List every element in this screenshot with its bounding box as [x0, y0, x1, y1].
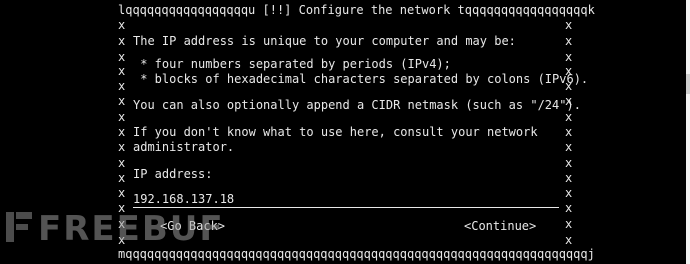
- dialog-top-border: lqqqqqqqqqqqqqqqqqu [!!] Configure the n…: [118, 3, 595, 17]
- edge-char: x: [118, 140, 126, 154]
- edge-char: x: [565, 186, 573, 200]
- edge-char: x: [565, 34, 573, 48]
- edge-char: x: [565, 125, 573, 139]
- edge-char: x: [565, 171, 573, 185]
- ip-address-label: IP address:: [133, 167, 213, 181]
- ip-description-text: The IP address is unique to your compute…: [133, 34, 516, 48]
- cidr-hint-text: You can also optionally append a CIDR ne…: [133, 98, 581, 112]
- edge-char: x: [565, 140, 573, 154]
- edge-char: x: [118, 34, 126, 48]
- watermark-text: FREEBUF: [38, 209, 225, 249]
- edge-char: x: [118, 171, 126, 185]
- edge-char: x: [565, 201, 573, 215]
- window-edge-strip-mark: [686, 74, 690, 94]
- edge-char: x: [565, 18, 573, 32]
- ipv4-bullet-text: * four numbers separated by periods (IPv…: [133, 57, 451, 71]
- edge-char: x: [118, 110, 126, 124]
- edge-char: x: [118, 186, 126, 200]
- edge-char: x: [565, 217, 573, 231]
- edge-char: x: [118, 125, 126, 139]
- edge-char: x: [118, 64, 126, 78]
- edge-char: x: [118, 156, 126, 170]
- terminal-screen: lqqqqqqqqqqqqqqqqqu [!!] Configure the n…: [0, 0, 690, 264]
- continue-button[interactable]: <Continue>: [464, 218, 536, 234]
- edge-char: x: [118, 94, 126, 108]
- ipv6-bullet-text: * blocks of hexadecimal characters separ…: [133, 72, 589, 86]
- edge-char: x: [565, 156, 573, 170]
- freebuf-logo-icon: [6, 212, 32, 242]
- edge-char: x: [118, 18, 126, 32]
- consult-admin-text-cont: administrator.: [133, 140, 235, 154]
- freebuf-watermark: FREEBUF: [4, 206, 223, 250]
- window-edge-strip: [686, 0, 690, 264]
- consult-admin-text: If you don't know what to use here, cons…: [133, 125, 538, 139]
- edge-char: x: [118, 79, 126, 93]
